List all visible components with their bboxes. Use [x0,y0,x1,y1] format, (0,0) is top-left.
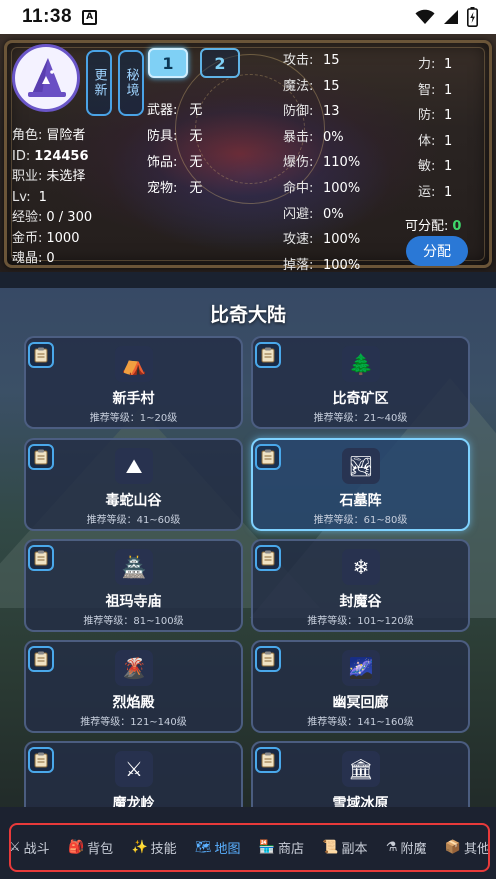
zone-level: 推荐等级：81~100级 [83,616,184,627]
volcano-icon: 🌋 [115,650,153,686]
attr-luck: 运: 1 [418,184,453,200]
zone-card[interactable]: 🌌 幽冥回廊推荐等级：141~160级 [251,640,470,733]
zone-card[interactable]: 🏞 石墓阵推荐等级：61~80级 [251,438,470,531]
clipboard-icon[interactable] [28,646,54,672]
zone-level: 推荐等级：1~20级 [89,413,178,424]
tab-page-1[interactable]: 1 [148,48,188,78]
zone-name: 封魔谷 [339,594,382,610]
clipboard-icon[interactable] [255,646,281,672]
attr-vitality: 体: 1 [418,133,453,149]
equip-pet[interactable]: 宠物: 无 [147,176,202,202]
clipboard-icon[interactable] [255,747,281,773]
avatar[interactable] [12,44,80,112]
stat-magic: 魔法: 15 [283,78,340,94]
zone-card[interactable]: ⛰ 毒蛇山谷推荐等级：41~60级 [24,438,243,531]
attribute-stats: 力: 1 智: 1 防: 1 体: 1 敏: 1 运: 1 [418,52,452,206]
info-id: ID: 124456 [12,148,89,164]
zone-name: 烈焰殿 [112,695,155,711]
stat-attack-speed: 攻速: 100% [283,232,361,248]
attr-defense: 防: 1 [418,108,453,124]
zone-level: 推荐等级：61~80级 [313,515,408,526]
clipboard-icon[interactable] [28,545,54,571]
secret-realm-button[interactable]: 秘境 [118,50,144,116]
zone-card[interactable]: ⛺ 新手村推荐等级：1~20级 [24,336,243,429]
zone-name: 祖玛寺庙 [105,594,162,610]
zone-card[interactable]: 🏛 雪域冰原 [251,741,470,807]
clipboard-icon[interactable] [28,747,54,773]
zone-name: 毒蛇山谷 [105,493,162,509]
info-soul-crystal: 魂晶: 0 [12,251,55,266]
zone-name: 比奇矿区 [332,391,389,407]
app-notification-icon: A [82,9,98,25]
stat-defense: 防御: 13 [283,104,340,120]
wifi-icon [415,9,435,24]
castle-icon: 🏯 [115,549,153,585]
free-points: 可分配: 0 [405,219,462,234]
status-time: 11:38 [22,6,73,27]
zone-card[interactable]: 🌲 比奇矿区推荐等级：21~40级 [251,336,470,429]
galaxy-icon: 🌌 [342,650,380,686]
zone-card[interactable]: ⚔ 魔龙岭 [24,741,243,807]
mountain-icon: ⛰ [115,448,153,484]
tent-icon: ⛺ [115,346,153,382]
zone-name: 魔龙岭 [112,796,155,807]
landscape-icon: 🏞 [342,448,380,484]
zone-level: 推荐等级：41~60级 [86,515,181,526]
clipboard-icon[interactable] [255,342,281,368]
combat-stats: 攻击: 15 魔法: 15 防御: 13 暴击: 0% 爆伤: 110% 命中: 100% … [283,48,360,272]
map-area: 比奇大陆 ⛺ 新手村推荐等级：1~20级 🌲 比奇矿区推荐等级：21~40级 ⛰ 毒蛇山谷… [0,288,496,807]
region-title: 比奇大陆 [209,304,286,326]
clipboard-icon[interactable] [28,342,54,368]
zone-card[interactable]: 🌋 烈焰殿推荐等级：121~140级 [24,640,243,733]
zone-name: 石墓阵 [339,493,382,509]
info-gold: 金币: 1000 [12,230,80,246]
stat-crit-damage: 爆伤: 110% [283,155,361,171]
classical-building-icon: 🏛 [342,751,380,787]
zone-card[interactable]: ❄ 封魔谷推荐等级：101~120级 [251,539,470,632]
signal-icon [444,10,458,24]
zone-name: 雪域冰原 [332,796,389,807]
nav-highlight-outline [9,823,490,872]
zone-level: 推荐等级：21~40级 [313,413,408,424]
character-info: 角色: 冒险者 ID: 124456 职业: 未选择 Lv: 1 经验: 0 / 300 … [12,126,92,270]
zone-card[interactable]: 🏯 祖玛寺庙推荐等级：81~100级 [24,539,243,632]
info-exp: 经验: 0 / 300 [12,210,93,225]
equip-armor[interactable]: 防具: 无 [147,124,202,150]
equipment-list: 武器: 无 防具: 无 饰品: 无 宠物: 无 [147,98,202,202]
tree-icon: 🌲 [342,346,380,382]
refresh-button[interactable]: 更新 [86,50,112,116]
attr-agility: 敏: 1 [418,159,453,175]
info-class: 职业: 未选择 [12,169,86,184]
character-panel: 更新 秘境 1 2 角色: 冒险者 ID: 124456 职业: 未选择 Lv: 1 经… [0,34,496,272]
status-bar: 11:38 A [0,0,496,34]
stat-attack: 攻击: 15 [283,53,340,68]
clipboard-icon[interactable] [255,444,281,470]
attr-intelligence: 智: 1 [418,82,453,98]
zone-level: 推荐等级：101~120级 [307,616,414,627]
battery-icon [467,7,478,27]
clipboard-icon[interactable] [28,444,54,470]
zone-level: 推荐等级：141~160级 [307,717,414,728]
equip-accessory[interactable]: 饰品: 无 [147,150,202,176]
stat-dodge: 闪避: 0% [283,206,344,222]
wizard-hat-icon [28,58,66,97]
info-level: Lv: 1 [12,189,47,205]
crossed-swords-icon: ⚔ [115,751,153,787]
zone-name: 新手村 [112,391,155,407]
stat-crit: 暴击: 0% [283,129,344,145]
stat-drop-rate: 掉落: 100% [283,257,361,272]
snowflake-icon: ❄ [342,549,380,585]
clipboard-icon[interactable] [255,545,281,571]
zone-level: 推荐等级：121~140级 [80,717,187,728]
tab-page-2[interactable]: 2 [200,48,240,78]
zone-name: 幽冥回廊 [332,695,389,711]
equip-weapon[interactable]: 武器: 无 [147,98,202,124]
assign-points-button[interactable]: 分配 [406,236,468,266]
info-role: 角色: 冒险者 [12,128,86,143]
stat-hit: 命中: 100% [283,180,361,196]
attr-strength: 力: 1 [418,57,453,72]
